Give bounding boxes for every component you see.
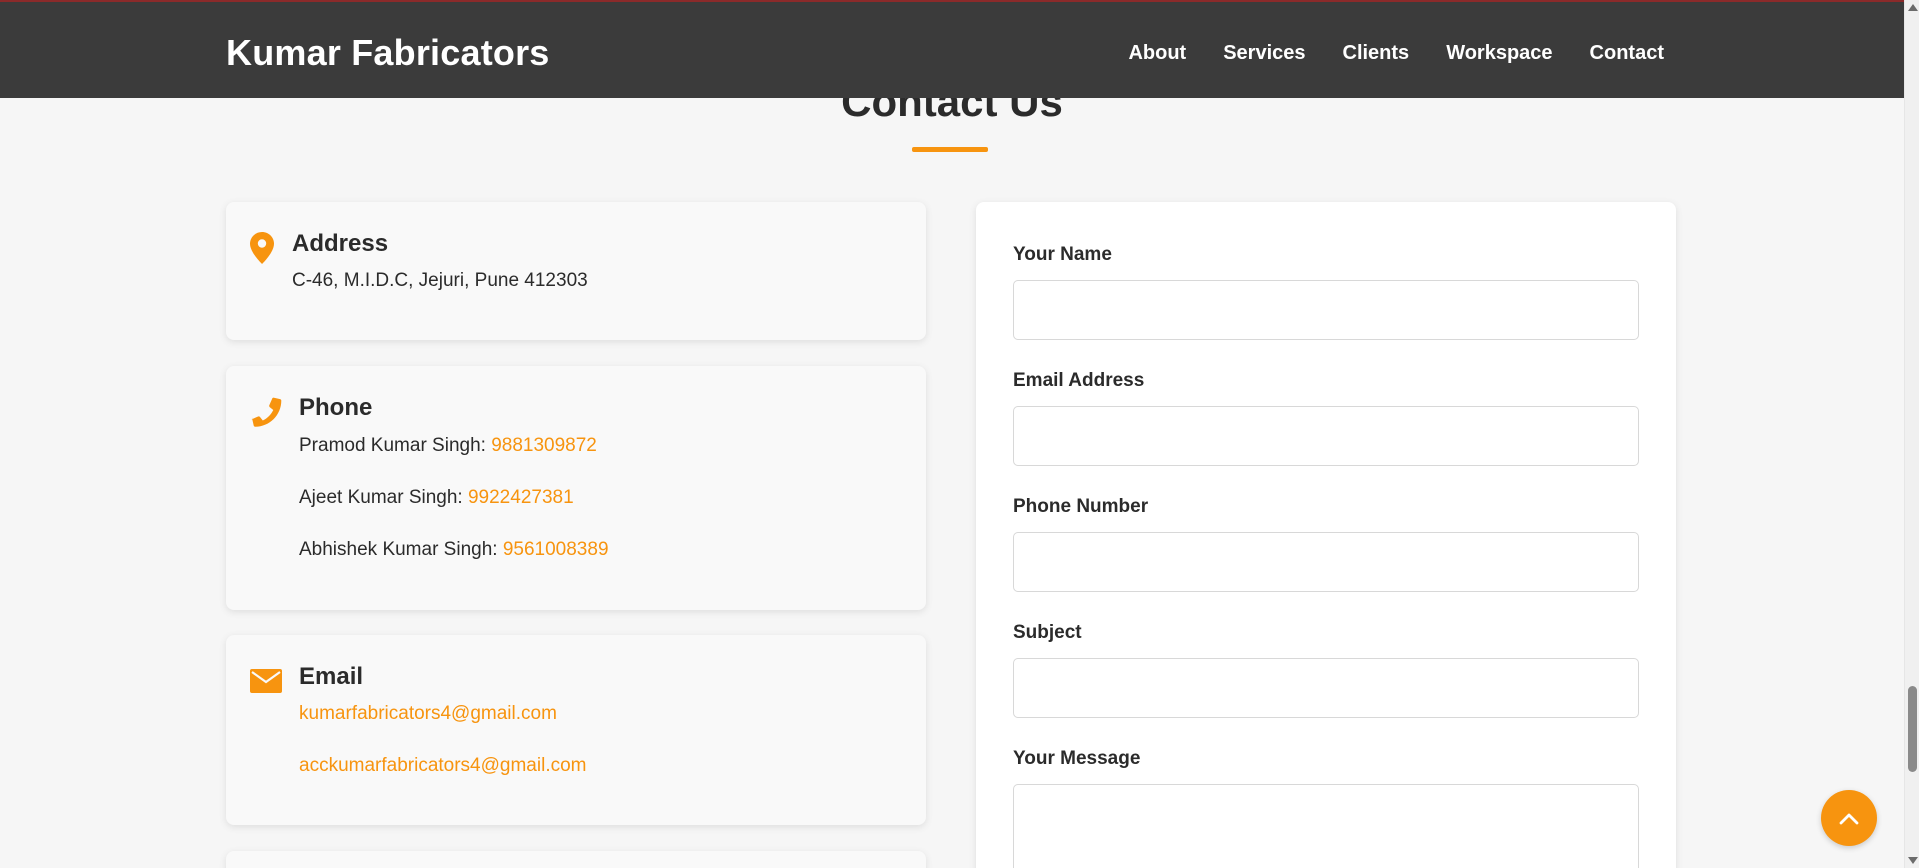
chevron-up-icon <box>1839 813 1859 825</box>
scroll-down-arrow-icon[interactable] <box>1908 857 1918 864</box>
message-label: Your Message <box>1013 748 1141 769</box>
phone-entry: Ajeet Kumar Singh: 9922427381 <box>299 487 574 509</box>
phone-contact-name: Pramod Kumar Singh: <box>299 435 492 456</box>
nav-about[interactable]: About <box>1128 42 1186 65</box>
title-underline <box>912 147 988 152</box>
email-link[interactable]: acckumarfabricators4@gmail.com <box>299 755 587 776</box>
address-card: Address C-46, M.I.D.C, Jejuri, Pune 4123… <box>226 202 926 340</box>
subject-input[interactable] <box>1013 658 1639 718</box>
name-input[interactable] <box>1013 280 1639 340</box>
phone-input[interactable] <box>1013 532 1639 592</box>
nav-contact[interactable]: Contact <box>1590 42 1664 65</box>
map-pin-icon <box>250 232 274 264</box>
email-card: Email kumarfabricators4@gmail.com acckum… <box>226 635 926 825</box>
main-nav: About Services Clients Workspace Contact <box>1128 42 1664 65</box>
page-scrollbar[interactable] <box>1904 0 1919 868</box>
email-input[interactable] <box>1013 406 1639 466</box>
phone-number-link[interactable]: 9561008389 <box>503 539 609 560</box>
subject-label: Subject <box>1013 622 1082 643</box>
viewport: Contact Us Kumar Fabricators About Servi… <box>0 0 1919 868</box>
message-textarea[interactable] <box>1013 784 1639 868</box>
nav-services[interactable]: Services <box>1223 42 1305 65</box>
scroll-thumb[interactable] <box>1908 686 1917 772</box>
info-card <box>226 851 926 868</box>
envelope-icon <box>250 669 282 693</box>
email-entry: acckumarfabricators4@gmail.com <box>299 755 587 777</box>
phone-entry: Pramod Kumar Singh: 9881309872 <box>299 435 597 457</box>
nav-workspace[interactable]: Workspace <box>1446 42 1552 65</box>
nav-clients[interactable]: Clients <box>1343 42 1410 65</box>
navbar: Kumar Fabricators About Services Clients… <box>0 0 1904 98</box>
phone-label: Phone Number <box>1013 496 1149 517</box>
phone-contact-name: Ajeet Kumar Singh: <box>299 487 468 508</box>
brand-logo[interactable]: Kumar Fabricators <box>226 32 550 74</box>
phone-title: Phone <box>299 394 373 421</box>
phone-icon <box>250 396 282 428</box>
phone-number-link[interactable]: 9922427381 <box>468 487 574 508</box>
address-text: C-46, M.I.D.C, Jejuri, Pune 412303 <box>292 270 588 291</box>
email-title: Email <box>299 663 364 690</box>
address-title: Address <box>292 230 389 257</box>
scroll-up-arrow-icon[interactable] <box>1908 4 1918 11</box>
back-to-top-button[interactable] <box>1821 790 1877 846</box>
phone-contact-name: Abhishek Kumar Singh: <box>299 539 503 560</box>
contact-form: Your Name Email Address Phone Number Sub… <box>976 202 1676 868</box>
email-link[interactable]: kumarfabricators4@gmail.com <box>299 703 557 724</box>
phone-entry: Abhishek Kumar Singh: 9561008389 <box>299 539 609 561</box>
phone-card: Phone Pramod Kumar Singh: 9881309872 Aje… <box>226 366 926 610</box>
name-label: Your Name <box>1013 244 1112 265</box>
phone-number-link[interactable]: 9881309872 <box>491 435 597 456</box>
email-entry: kumarfabricators4@gmail.com <box>299 703 557 725</box>
email-label: Email Address <box>1013 370 1145 391</box>
